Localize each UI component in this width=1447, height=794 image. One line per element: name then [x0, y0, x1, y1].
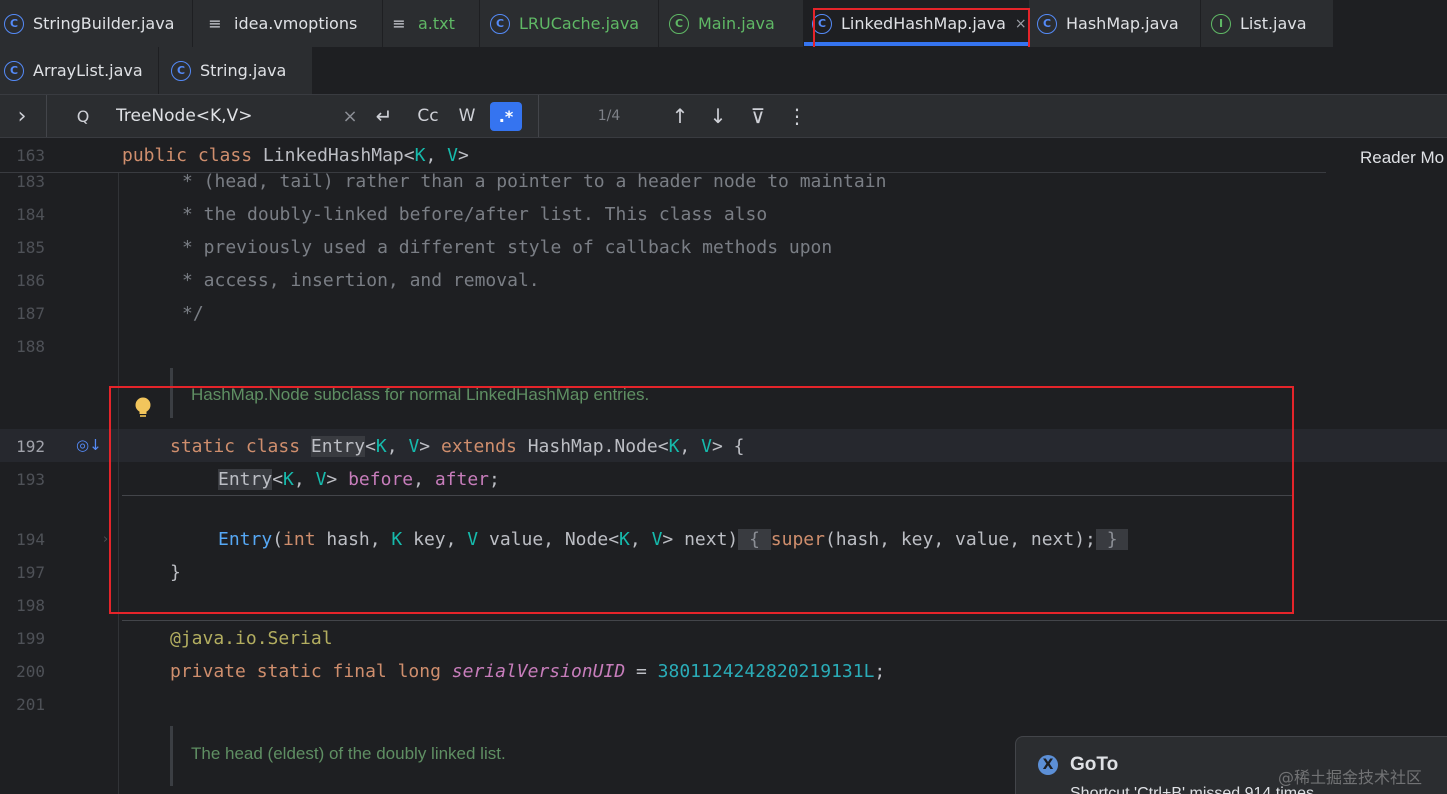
- fold-marker-icon[interactable]: ›: [103, 532, 108, 547]
- whole-words-button[interactable]: W: [452, 95, 482, 137]
- doc-bar: [170, 368, 173, 418]
- line-number: 192: [16, 437, 45, 456]
- match-case-button[interactable]: Cc: [410, 95, 446, 137]
- line-number: 188: [16, 337, 45, 356]
- line-number: 201: [16, 695, 45, 714]
- filter-icon[interactable]: ⊽: [744, 95, 772, 137]
- reader-mode-toggle[interactable]: Reader Mo: [1360, 148, 1444, 168]
- divider: [538, 95, 539, 137]
- tab-label: ArrayList.java: [33, 61, 143, 80]
- find-bar: › Q × ↵ Cc W .* 1/4 ↑ ↓ ⊽ ⋮: [0, 94, 1447, 138]
- class-icon: C: [1037, 13, 1057, 34]
- code-line: */: [182, 303, 204, 324]
- close-tab-icon[interactable]: ×: [1015, 16, 1027, 32]
- notification-title: GoTo: [1070, 754, 1119, 775]
- code-line-197: }: [170, 562, 181, 583]
- match-count: 1/4: [597, 108, 621, 124]
- line-number: 199: [16, 629, 45, 648]
- tab-label: StringBuilder.java: [33, 14, 175, 33]
- tab-label: idea.vmoptions: [234, 14, 358, 33]
- tab-label: HashMap.java: [1066, 14, 1179, 33]
- watermark: @稀土掘金技术社区: [1278, 768, 1423, 787]
- gutter-divider: [118, 138, 119, 794]
- newline-icon[interactable]: ↵: [369, 95, 399, 137]
- doc-bar: [170, 726, 173, 786]
- interface-icon: I: [1211, 13, 1231, 34]
- code-line-194: Entry(int hash, K key, V value, Node<K, …: [218, 529, 1129, 550]
- search-icon[interactable]: Q: [66, 95, 100, 137]
- text-file-icon: ≡: [392, 14, 406, 33]
- line-number: 163: [16, 146, 45, 165]
- line-number: 187: [16, 304, 45, 323]
- clear-search-icon[interactable]: ×: [338, 95, 362, 137]
- settings-file-icon: ≡: [208, 14, 222, 33]
- class-icon: C: [490, 13, 510, 34]
- tab-main[interactable]: C Main.java: [659, 0, 803, 47]
- line-number: 186: [16, 271, 45, 290]
- code-line-200: private static final long serialVersionU…: [170, 661, 886, 682]
- tab-string[interactable]: C String.java: [159, 47, 312, 94]
- implements-method-icon[interactable]: ◎↓: [76, 436, 102, 454]
- code-line: * the doubly-linked before/after list. T…: [182, 204, 768, 225]
- code-line: * previously used a different style of c…: [182, 237, 833, 258]
- class-icon: C: [812, 13, 832, 34]
- method-separator: [122, 495, 1292, 496]
- tab-label: List.java: [1240, 14, 1307, 33]
- line-number: 200: [16, 662, 45, 681]
- code-editor[interactable]: 183 184 185 186 187 188 192 193 194 197 …: [0, 138, 1447, 794]
- line-number: 184: [16, 205, 45, 224]
- more-options-icon[interactable]: ⋮: [784, 95, 810, 137]
- serial-version-value: 3801124242820219131L: [657, 661, 875, 682]
- tab-a-txt[interactable]: ≡ a.txt: [383, 0, 479, 47]
- code-line: * access, insertion, and removal.: [182, 270, 540, 291]
- regex-button[interactable]: .*: [490, 102, 522, 131]
- sticky-code-line: public class LinkedHashMap<K, V>: [122, 145, 469, 166]
- rendered-doc-comment: The head (eldest) of the doubly linked l…: [191, 744, 506, 763]
- tab-list[interactable]: I List.java: [1201, 0, 1333, 47]
- line-number: 197: [16, 563, 45, 582]
- expand-replace-icon[interactable]: ›: [8, 95, 36, 137]
- class-icon: C: [4, 60, 24, 81]
- method-separator: [122, 620, 1447, 621]
- line-number: 185: [16, 238, 45, 257]
- tab-bar-row-2: C ArrayList.java C String.java: [0, 47, 1447, 94]
- tab-label: a.txt: [418, 14, 455, 33]
- rendered-doc-comment: HashMap.Node subclass for normal LinkedH…: [191, 385, 650, 404]
- tab-label: String.java: [200, 61, 287, 80]
- class-icon: C: [4, 13, 24, 34]
- key-promoter-icon: X: [1038, 755, 1058, 775]
- line-number: 194: [16, 530, 45, 549]
- class-icon: C: [171, 60, 191, 81]
- code-line-192: static class Entry<K, V> extends HashMap…: [170, 436, 745, 457]
- tab-stringbuilder[interactable]: C StringBuilder.java: [0, 0, 192, 47]
- line-number: 198: [16, 596, 45, 615]
- divider: [46, 95, 47, 137]
- previous-match-icon[interactable]: ↑: [666, 95, 694, 137]
- tab-arraylist[interactable]: C ArrayList.java: [0, 47, 158, 94]
- active-tab-indicator: [804, 42, 1028, 46]
- tab-hashmap[interactable]: C HashMap.java: [1029, 0, 1200, 47]
- tab-lrucache[interactable]: C LRUCache.java: [480, 0, 658, 47]
- line-number: 193: [16, 470, 45, 489]
- lightbulb-icon[interactable]: [133, 396, 153, 420]
- code-line-193: Entry<K, V> before, after;: [218, 469, 500, 490]
- main-class-icon: C: [669, 13, 689, 34]
- tab-label: LinkedHashMap.java: [841, 14, 1006, 33]
- tab-bar-row-1: C StringBuilder.java ≡ idea.vmoptions ≡ …: [0, 0, 1447, 47]
- tab-linkedhashmap[interactable]: C LinkedHashMap.java ×: [804, 0, 1028, 47]
- sticky-class-header[interactable]: 163 public class LinkedHashMap<K, V>: [0, 138, 1326, 173]
- search-input[interactable]: [116, 103, 336, 129]
- code-line-199: @java.io.Serial: [170, 628, 333, 649]
- tab-label: LRUCache.java: [519, 14, 640, 33]
- tab-label: Main.java: [698, 14, 775, 33]
- next-match-icon[interactable]: ↓: [704, 95, 732, 137]
- tab-idea-vmoptions[interactable]: ≡ idea.vmoptions: [193, 0, 382, 47]
